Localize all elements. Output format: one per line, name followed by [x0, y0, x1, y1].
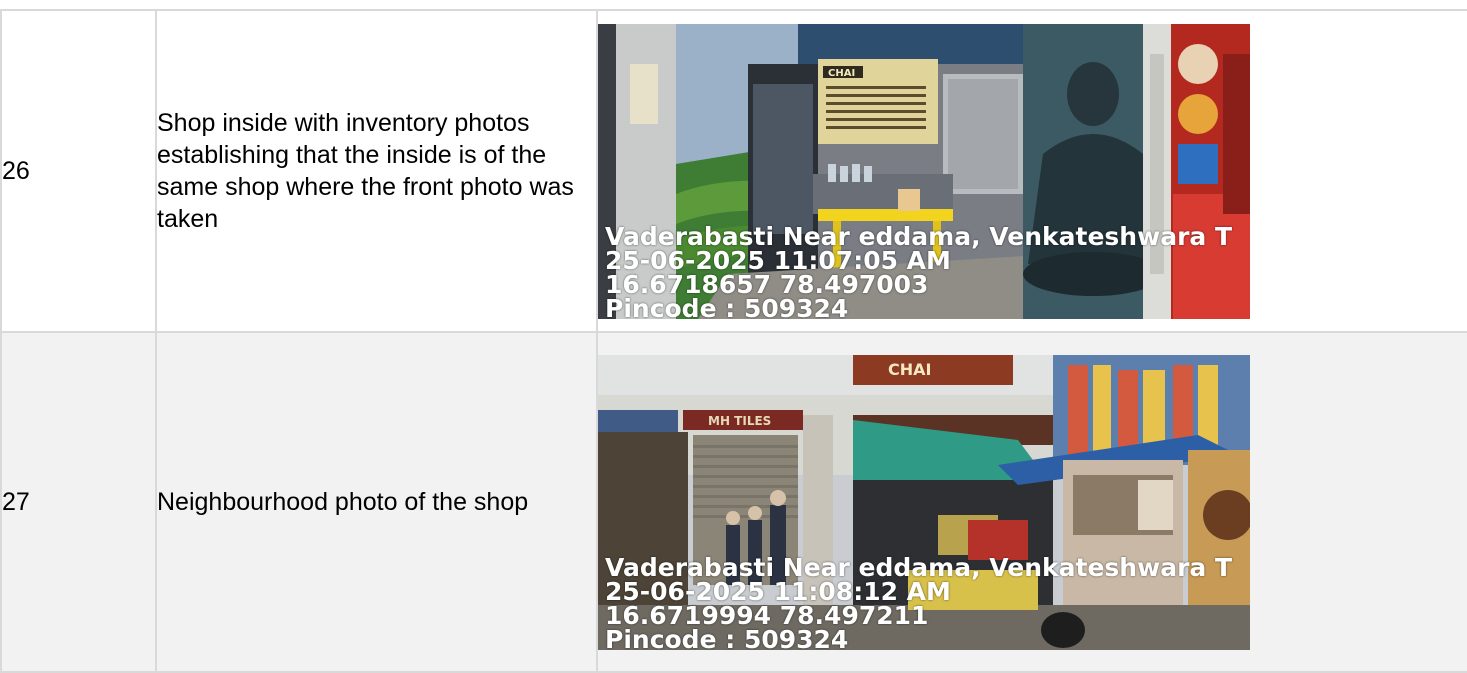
- geotag-stamp: Vaderabasti Near eddama, Venkateshwara T…: [605, 221, 1233, 319]
- mh-tiles-sign: MH TILES: [708, 414, 771, 428]
- row-number: 26: [0, 9, 157, 333]
- neighbourhood-photo: CHAI MH TILES Vaderabasti Near eddama, V…: [598, 354, 1250, 650]
- pincode-line: Pincode : 509324: [605, 293, 849, 319]
- photo-evidence-table: 26 Shop inside with inventory photos est…: [0, 9, 1467, 673]
- coordinates-line: 16.6719994 78.497211: [605, 600, 929, 630]
- table-row: 26 Shop inside with inventory photos est…: [0, 9, 1467, 333]
- chai-sign: CHAI: [828, 68, 855, 79]
- photo-cell: CHAI Vaderabasti Near eddama, Venkateshw…: [596, 9, 1467, 333]
- timestamp-line: 25-06-2025 11:08:12 AM: [605, 576, 951, 606]
- location-line: Vaderabasti Near eddama, Venkateshwara T: [605, 552, 1233, 582]
- pincode-line: Pincode : 509324: [605, 624, 849, 650]
- table-row: 27 Neighbourhood photo of the shop CHAI: [0, 331, 1467, 673]
- timestamp-line: 25-06-2025 11:07:05 AM: [605, 245, 951, 275]
- row-number: 27: [0, 331, 157, 673]
- row-description: Shop inside with inventory photos establ…: [155, 9, 598, 333]
- row-description: Neighbourhood photo of the shop: [155, 331, 598, 673]
- shop-inside-photo: CHAI Vaderabasti Near eddama, Venkateshw…: [598, 23, 1250, 319]
- geotag-stamp: Vaderabasti Near eddama, Venkateshwara T…: [605, 552, 1233, 650]
- photo-cell: CHAI MH TILES Vaderabasti Near eddama, V…: [596, 331, 1467, 673]
- coordinates-line: 16.6718657 78.497003: [605, 269, 929, 299]
- chai-sign: CHAI: [888, 360, 931, 379]
- report-sheet: 26 Shop inside with inventory photos est…: [0, 0, 1467, 673]
- location-line: Vaderabasti Near eddama, Venkateshwara T: [605, 221, 1233, 251]
